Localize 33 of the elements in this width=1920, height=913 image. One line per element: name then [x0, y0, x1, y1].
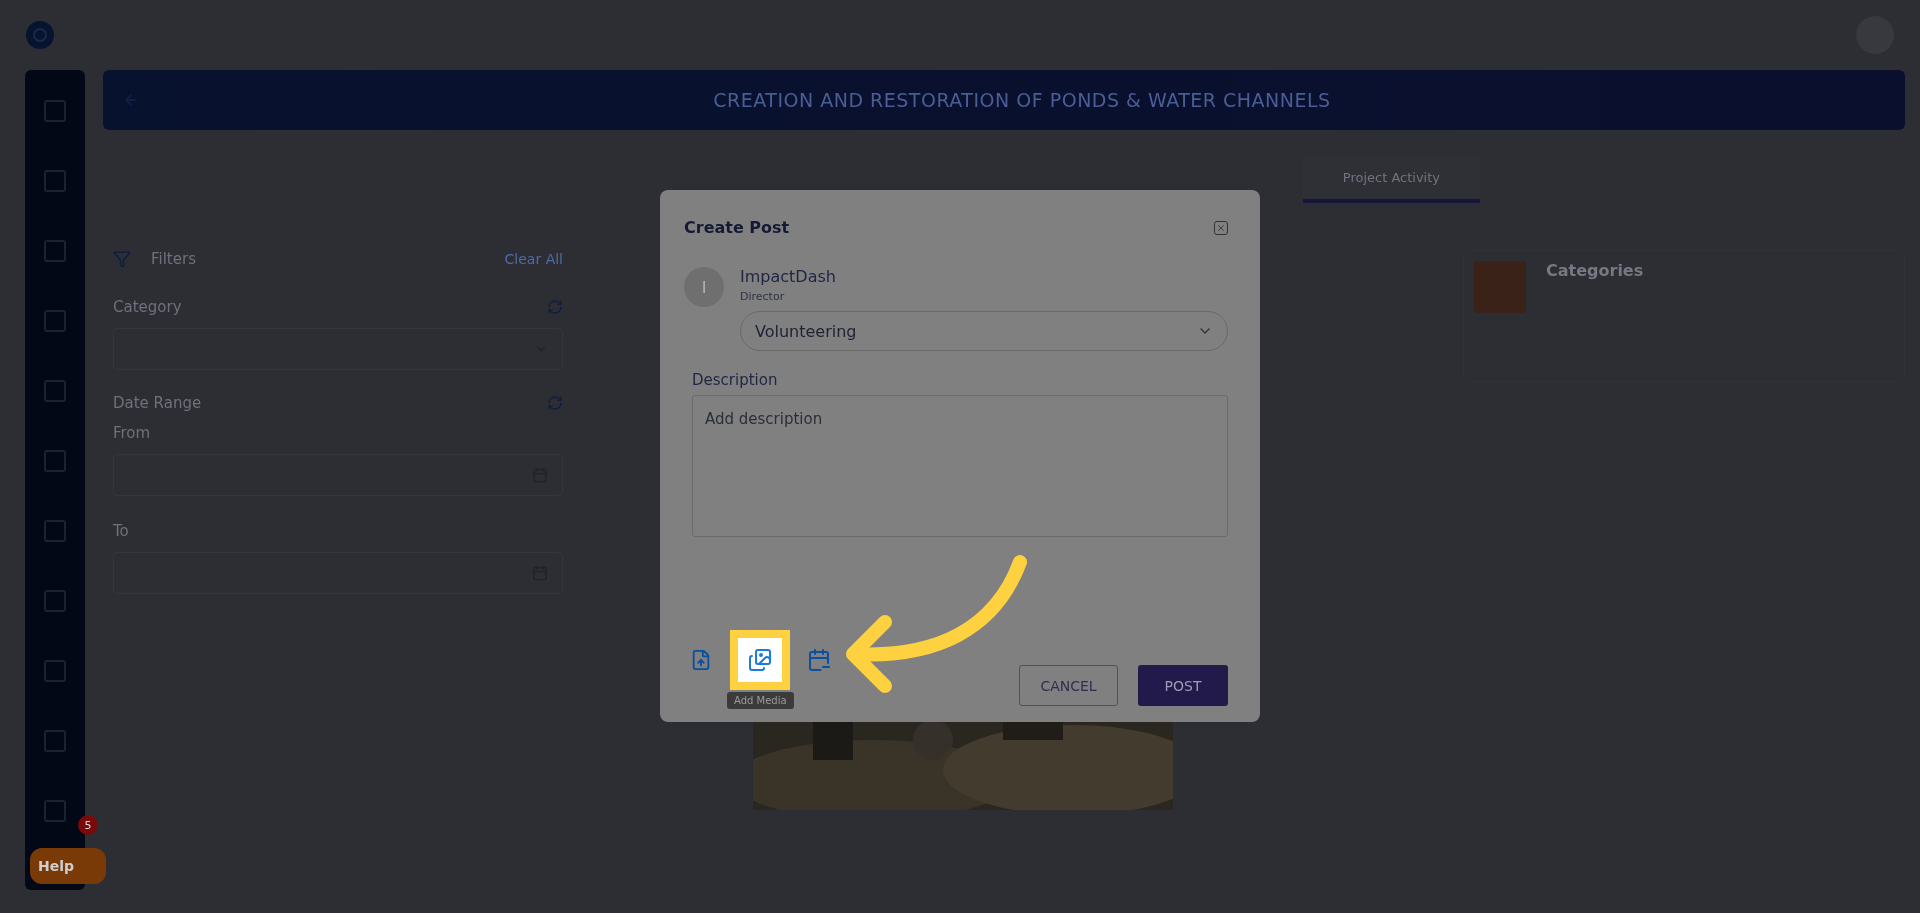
media-button[interactable] — [730, 630, 790, 690]
dialog-title: Create Post — [684, 218, 790, 237]
notification-badge: 5 — [78, 815, 98, 835]
to-label: To — [113, 522, 130, 540]
date-range-label: Date Range — [113, 394, 202, 412]
reset-icon[interactable] — [547, 395, 563, 411]
tooltip: Add Media — [727, 692, 794, 709]
project-title: CREATION AND RESTORATION OF PONDS & WATER CHANNELS — [712, 89, 1332, 111]
images-icon — [748, 648, 772, 672]
to-date-field[interactable] — [113, 552, 563, 594]
file-upload-icon — [690, 649, 712, 671]
author-role: Director — [740, 290, 786, 303]
author-name: ImpactDash — [740, 267, 837, 286]
help-button[interactable]: Help — [30, 848, 106, 884]
logo-icon — [25, 20, 55, 50]
categories-title: Categories — [1546, 261, 1644, 282]
category-label: Category — [113, 298, 182, 316]
from-date-field[interactable] — [113, 454, 563, 496]
from-label: From — [113, 424, 152, 442]
filter-icon — [113, 250, 131, 268]
reset-icon[interactable] — [547, 299, 563, 315]
close-button[interactable] — [1214, 220, 1228, 235]
author-avatar: I — [684, 267, 724, 307]
close-icon — [1216, 222, 1226, 233]
category-select[interactable] — [113, 328, 563, 370]
filters-title: Filters — [151, 250, 196, 268]
cancel-button[interactable]: CANCEL — [1019, 665, 1118, 706]
category-tile-icon — [1474, 261, 1526, 313]
post-button[interactable]: POST — [1138, 665, 1228, 706]
calendar-icon — [807, 648, 831, 672]
description-label: Description — [692, 371, 779, 389]
description-field[interactable]: Add description — [692, 395, 1228, 537]
clear-all-link[interactable]: Clear All — [504, 251, 563, 267]
